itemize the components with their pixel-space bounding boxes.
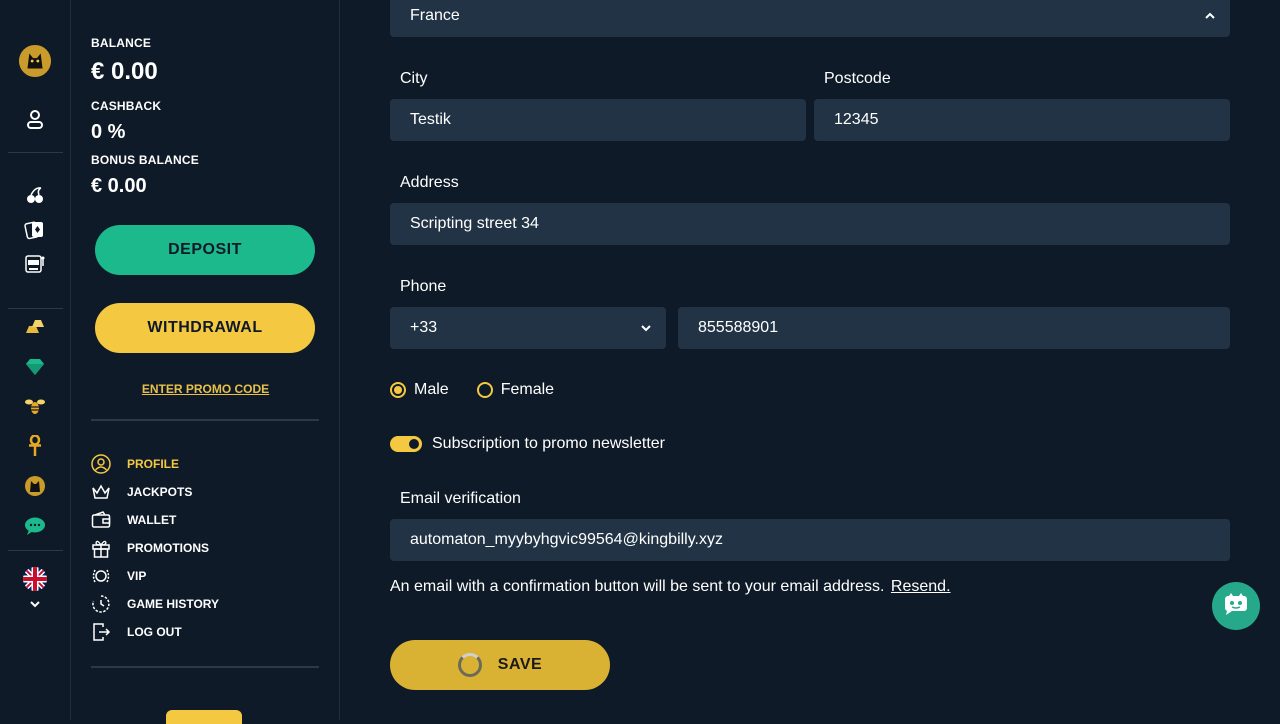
menu-item-label: PROMOTIONS bbox=[127, 541, 210, 555]
menu-item-game-history[interactable]: GAME HISTORY bbox=[91, 590, 219, 618]
radio-indicator bbox=[476, 382, 493, 398]
menu-item-label: WALLET bbox=[127, 513, 177, 527]
save-label: SAVE bbox=[497, 656, 543, 673]
gender-male-label: Male bbox=[414, 381, 449, 398]
rail-divider bbox=[8, 308, 63, 309]
menu-item-label: PROFILE bbox=[127, 457, 180, 471]
crown-icon bbox=[91, 482, 111, 502]
account-menu: PROFILE JACKPOTS WALLET PROMOTIONS VIP G… bbox=[91, 450, 219, 646]
balance-label: BALANCE bbox=[91, 36, 152, 50]
deposit-button[interactable]: DEPOSIT bbox=[95, 225, 315, 275]
menu-item-vip[interactable]: VIP bbox=[91, 562, 219, 590]
gender-female-radio[interactable]: Female bbox=[476, 381, 555, 399]
panel-divider bbox=[91, 666, 319, 668]
cards-icon[interactable] bbox=[18, 213, 52, 247]
country-select[interactable]: France bbox=[390, 0, 1230, 37]
address-label: Address bbox=[400, 174, 459, 191]
menu-item-wallet[interactable]: WALLET bbox=[91, 506, 219, 534]
profile-form: France City Postcode Testik 12345 Addres… bbox=[340, 0, 1280, 720]
postcode-label: Postcode bbox=[824, 70, 891, 87]
phone-code-value: +33 bbox=[410, 319, 438, 336]
gold-bars-icon[interactable] bbox=[18, 310, 52, 344]
cat-logo-icon[interactable] bbox=[18, 44, 52, 78]
chevron-down-icon[interactable] bbox=[18, 590, 52, 618]
withdrawal-button[interactable]: WITHDRAWAL bbox=[95, 303, 315, 353]
wallet-icon bbox=[91, 510, 111, 530]
newsletter-toggle[interactable] bbox=[390, 436, 422, 452]
city-input[interactable]: Testik bbox=[390, 99, 806, 141]
ankh-icon[interactable] bbox=[18, 429, 52, 463]
gift-icon bbox=[91, 538, 111, 558]
radio-selected-indicator bbox=[390, 382, 406, 398]
gender-male-radio[interactable]: Male bbox=[390, 381, 449, 399]
slot-machine-icon[interactable] bbox=[18, 247, 52, 281]
menu-item-jackpots[interactable]: JACKPOTS bbox=[91, 478, 219, 506]
promo-code-link[interactable]: ENTER PROMO CODE bbox=[71, 382, 340, 396]
laurel-icon bbox=[91, 566, 111, 586]
email-verification-label: Email verification bbox=[400, 490, 521, 507]
bonus-balance-value: € 0.00 bbox=[91, 175, 147, 197]
email-note: An email with a confirmation button will… bbox=[390, 578, 951, 596]
menu-item-promotions[interactable]: PROMOTIONS bbox=[91, 534, 219, 562]
email-note-text: An email with a confirmation button will… bbox=[390, 578, 885, 595]
logout-icon bbox=[91, 622, 111, 642]
menu-item-label: GAME HISTORY bbox=[127, 597, 220, 611]
menu-item-profile[interactable]: PROFILE bbox=[91, 450, 219, 478]
chevron-up-icon bbox=[1204, 7, 1216, 25]
newsletter-row: Subscription to promo newsletter bbox=[390, 435, 665, 453]
bee-icon[interactable] bbox=[18, 389, 52, 423]
account-panel: BALANCE € 0.00 CASHBACK 0 % BONUS BALANC… bbox=[71, 0, 340, 724]
cherries-icon[interactable] bbox=[18, 178, 52, 212]
rail-divider bbox=[8, 550, 63, 551]
phone-input[interactable]: 855588901 bbox=[678, 307, 1230, 349]
history-icon bbox=[91, 594, 111, 614]
city-label: City bbox=[400, 70, 428, 87]
menu-item-label: VIP bbox=[127, 569, 147, 583]
balance-value: € 0.00 bbox=[91, 58, 158, 85]
gold-bars-image bbox=[166, 710, 242, 724]
profile-icon bbox=[91, 454, 111, 474]
phone-code-select[interactable]: +33 bbox=[390, 307, 666, 349]
rail-divider bbox=[8, 152, 63, 153]
menu-item-label: LOG OUT bbox=[127, 625, 182, 639]
menu-item-label: JACKPOTS bbox=[127, 485, 193, 499]
icon-rail bbox=[0, 0, 71, 720]
cat-icon[interactable] bbox=[18, 469, 52, 503]
menu-item-log-out[interactable]: LOG OUT bbox=[91, 618, 219, 646]
gem-icon[interactable] bbox=[18, 350, 52, 384]
gender-radio-group: Male Female bbox=[390, 381, 582, 399]
gender-female-label: Female bbox=[500, 381, 555, 398]
loading-spinner-icon bbox=[457, 653, 482, 677]
chat-bot-icon bbox=[1223, 592, 1249, 620]
postcode-input[interactable]: 12345 bbox=[814, 99, 1230, 141]
save-button[interactable]: SAVE bbox=[390, 640, 610, 690]
newsletter-label: Subscription to promo newsletter bbox=[432, 435, 665, 452]
chat-bubble-icon[interactable] bbox=[18, 509, 52, 543]
support-chat-button[interactable] bbox=[1212, 582, 1260, 630]
chevron-down-icon bbox=[640, 319, 652, 337]
user-icon[interactable] bbox=[18, 102, 52, 136]
resend-link[interactable]: Resend. bbox=[891, 578, 951, 595]
panel-divider bbox=[91, 419, 319, 421]
email-input[interactable]: automaton_myybyhgvic99564@kingbilly.xyz bbox=[390, 519, 1230, 561]
address-input[interactable]: Scripting street 34 bbox=[390, 203, 1230, 245]
cashback-label: CASHBACK bbox=[91, 99, 162, 113]
phone-label: Phone bbox=[400, 278, 447, 295]
country-value: France bbox=[410, 7, 460, 24]
cashback-value: 0 % bbox=[91, 121, 126, 143]
bonus-balance-label: BONUS BALANCE bbox=[91, 153, 199, 167]
